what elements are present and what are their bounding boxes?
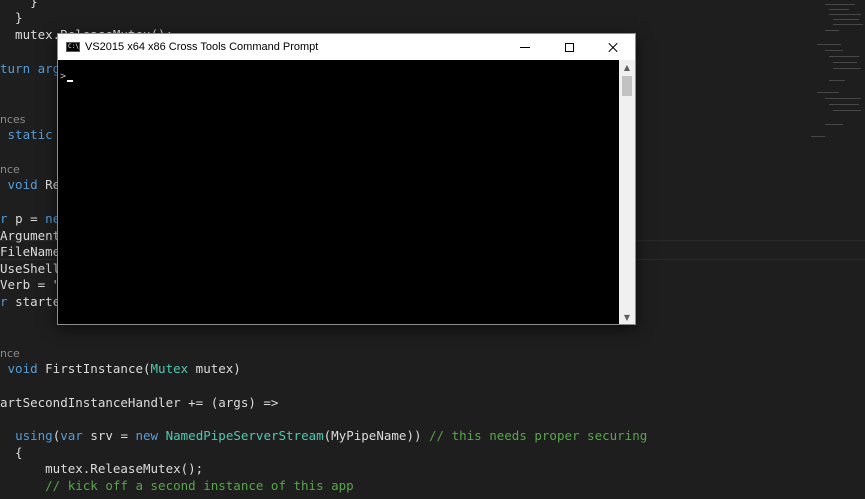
code-line: { [0,445,23,461]
code-token: FirstInstance( [45,361,151,376]
code-token: using [15,428,53,443]
codelens-references[interactable]: nce [0,347,20,361]
codelens-references[interactable]: nces [0,113,26,127]
code-token: p = [15,211,46,226]
code-token: // kick off a second instance of this ap… [45,478,354,493]
code-token: } [0,10,23,25]
codelens-references[interactable]: nce [0,163,20,177]
blinking-cursor [67,80,73,82]
command-prompt-window[interactable]: C:\ VS2015 x64 x86 Cross Tools Command P… [57,33,636,325]
minimize-button[interactable] [503,34,547,60]
console-output[interactable]: > [58,60,619,324]
code-line: artSecondInstanceHandler += (args) => [0,395,278,411]
code-token: Mutex [150,361,189,376]
code-line: void FirstInstance(Mutex mutex) [0,361,241,377]
prompt-text: > [60,71,67,82]
code-token: var [60,428,83,443]
code-token: } [0,0,38,9]
code-token: r [0,294,16,309]
window-title: VS2015 x64 x86 Cross Tools Command Promp… [85,41,319,53]
code-token: NamedPipeServerStream [165,428,324,443]
maximize-button[interactable] [547,34,591,60]
scroll-down-arrow-icon[interactable]: ▼ [619,310,635,324]
code-token: void [0,177,46,192]
scroll-up-arrow-icon[interactable]: ▲ [619,60,635,74]
code-token: { [0,445,23,460]
code-line: using(var srv = new NamedPipeServerStrea… [0,428,647,444]
code-line: FileName [0,244,60,260]
code-line: mutex.ReleaseMutex(); [0,461,203,477]
console-app-icon[interactable]: C:\ [66,42,80,52]
vertical-scrollbar[interactable]: ▲ ▼ [619,60,635,324]
code-token: srv = [82,428,136,443]
code-token: // this needs proper securing [429,428,648,443]
code-token: void [0,361,46,376]
scrollbar-thumb[interactable] [622,76,632,96]
title-bar[interactable]: C:\ VS2015 x64 x86 Cross Tools Command P… [58,34,635,60]
code-token: mutex.ReleaseMutex(); [0,461,204,476]
code-token: artSecondInstanceHandler += (args) => [0,395,279,410]
maximize-icon [564,42,574,52]
code-line: } [0,0,38,10]
code-line: } [0,10,23,26]
code-line: // kick off a second instance of this ap… [0,478,354,494]
minimize-icon [520,46,530,48]
code-token: mutex) [188,361,241,376]
code-token: new [135,428,166,443]
code-minimap[interactable] [805,0,865,145]
code-token: static [0,127,61,142]
code-token: FileName [0,244,61,259]
close-icon [607,41,619,53]
code-token: r [0,211,16,226]
close-button[interactable] [591,34,635,60]
code-token: (MyPipeName)) [323,428,430,443]
